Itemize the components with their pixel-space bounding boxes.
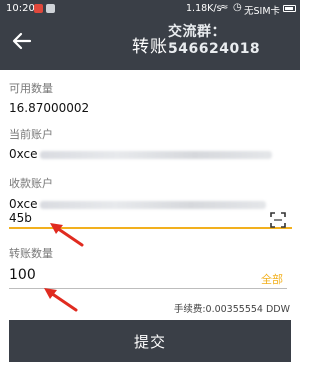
battery-icon — [283, 5, 296, 12]
notification-icon — [34, 4, 43, 13]
scan-icon[interactable] — [270, 212, 286, 228]
amount-field: 全部 — [9, 265, 287, 289]
redacted-address — [39, 200, 266, 209]
wifi-icon: ≈ — [220, 2, 229, 13]
status-time: 10:20 — [6, 3, 35, 14]
amount-input[interactable] — [9, 267, 209, 283]
watermark-text: 交流群：546624018 — [168, 24, 261, 57]
current-account-label: 当前账户 — [9, 128, 53, 141]
all-button[interactable]: 全部 — [261, 271, 283, 287]
available-label: 可用数量 — [9, 82, 53, 95]
network-speed: 1.18K/s — [186, 3, 222, 14]
receive-address-line1: 0xce — [9, 197, 266, 211]
current-account-address: 0xce — [9, 147, 272, 161]
sim-status: 无SIM卡 — [244, 6, 281, 17]
fee-text: 手续费:0.00355554 DDW — [173, 304, 290, 315]
redacted-address — [39, 150, 272, 159]
app-notification-icon — [46, 4, 55, 13]
receive-address-suffix: 45b — [9, 211, 32, 225]
alarm-icon: ◷ — [233, 2, 242, 13]
receive-account-label: 收款账户 — [9, 177, 53, 190]
amount-label: 转账数量 — [9, 247, 53, 260]
available-value: 16.87000002 — [9, 101, 90, 115]
receive-address-prefix: 0xce — [9, 197, 38, 211]
annotation-arrow-icon — [44, 288, 78, 312]
app-header: 转账 交流群：546624018 — [0, 17, 300, 70]
current-account-prefix: 0xce — [9, 147, 38, 161]
submit-button[interactable]: 提交 — [9, 320, 291, 362]
status-bar: 10:20 1.18K/s ≈ ◷ 无SIM卡 — [0, 0, 300, 17]
receive-address-field[interactable]: 0xce 45b — [9, 197, 292, 229]
